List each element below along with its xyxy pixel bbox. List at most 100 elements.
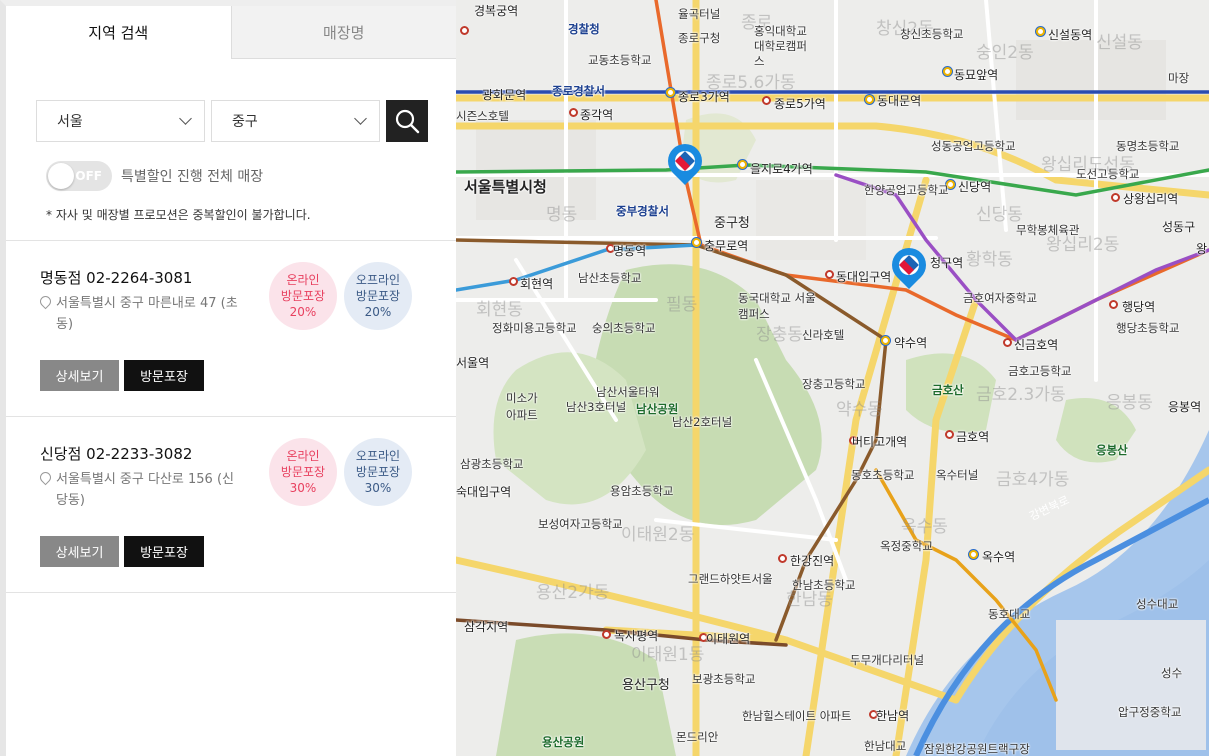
- map-label: 남산2호터널: [672, 415, 733, 429]
- district-label: 응봉동: [1106, 393, 1153, 413]
- map-label: 삼각지역: [464, 620, 509, 634]
- marker-inner: [899, 255, 919, 275]
- search-tabs: 지역 검색 매장명: [6, 6, 456, 59]
- district-label: 장충동: [756, 325, 803, 345]
- map-label: 신라호텔: [802, 328, 845, 342]
- badge-line2: 방문포장: [355, 465, 401, 479]
- detail-button[interactable]: 상세보기: [40, 536, 119, 567]
- station-marker[interactable]: [569, 108, 578, 117]
- pickup-button[interactable]: 방문포장: [124, 360, 204, 391]
- map-label: 종로3가역: [678, 90, 730, 104]
- station-marker[interactable]: [1036, 27, 1045, 36]
- badge-line1: 오프라인: [355, 449, 401, 463]
- badge-line2: 방문포장: [280, 465, 326, 479]
- district-label: 황학동: [966, 250, 1013, 270]
- map-label: 창신초등학교: [900, 27, 964, 41]
- station-marker[interactable]: [1111, 193, 1120, 202]
- map-label: 용산구청: [622, 678, 670, 693]
- divider: [6, 592, 456, 593]
- map-label: 무학봉체육관: [1016, 223, 1080, 237]
- station-marker[interactable]: [602, 630, 611, 639]
- store-address: 서울특별시 중구 마른내로 47 (초동): [37, 293, 245, 335]
- map-label: 장충고등학교: [802, 377, 866, 391]
- district-label: 용산2가동: [536, 583, 610, 603]
- station-marker[interactable]: [943, 67, 952, 76]
- map-label: 숭의초등학교: [592, 321, 656, 335]
- search-button[interactable]: [386, 100, 428, 142]
- badge-percent: 30%: [289, 481, 317, 495]
- store-name: 명동점 02-2264-3081: [40, 269, 193, 287]
- map-label: 한남역: [876, 709, 910, 723]
- map-label: 경복궁역: [474, 4, 519, 18]
- store-address-text: 서울특별시 중구 다산로 156 (신당동): [56, 472, 234, 508]
- district-label: 약수동: [836, 400, 883, 420]
- tab-region-search[interactable]: 지역 검색: [6, 6, 231, 59]
- station-marker[interactable]: [509, 277, 518, 286]
- tab-store-name-search[interactable]: 매장명: [230, 6, 456, 59]
- map-label: 율곡터널: [678, 7, 721, 21]
- map-label: 명동역: [613, 244, 647, 258]
- badge-percent: 30%: [364, 481, 392, 495]
- pickup-button[interactable]: 방문포장: [124, 536, 204, 567]
- map-label: 을지로4가역: [750, 162, 813, 176]
- map-label: 서울역: [456, 356, 490, 370]
- station-marker[interactable]: [945, 430, 954, 439]
- map-label: 성수대교: [1136, 597, 1179, 611]
- map-label: 신당역: [958, 180, 992, 194]
- store-item: 명동점 02-2264-3081 서울특별시 중구 마른내로 47 (초동) 온…: [6, 241, 456, 417]
- station-marker[interactable]: [460, 26, 469, 35]
- location-pin-icon: [37, 293, 54, 310]
- station-marker[interactable]: [738, 160, 747, 169]
- map-label: 동묘앞역: [954, 68, 999, 82]
- station-marker[interactable]: [666, 88, 675, 97]
- map-label: 옥정중학교: [880, 539, 933, 553]
- map-label: 광화문역: [482, 88, 527, 102]
- station-marker[interactable]: [778, 554, 787, 563]
- search-icon: [395, 109, 420, 134]
- map-label: 홍익대학교 대학로캠퍼스: [754, 24, 807, 68]
- station-marker[interactable]: [825, 270, 834, 279]
- map-label: 중구청: [714, 216, 750, 231]
- dominos-logo-icon: [899, 255, 919, 275]
- city-select[interactable]: 서울: [36, 100, 205, 142]
- map-label: 남산초등학교: [578, 271, 642, 285]
- map-label: 교동초등학교: [588, 53, 652, 67]
- map-label: 금호산: [932, 383, 964, 397]
- station-marker[interactable]: [762, 96, 771, 105]
- store-map[interactable]: 종로5.6가동 창신2동 숭인2동 신설동 명동 필동 장충동 회현동 왕십리도…: [456, 0, 1209, 756]
- map-label: 한강진역: [790, 554, 835, 568]
- district-select[interactable]: 중구: [211, 100, 380, 142]
- map-label: 종로구청: [678, 31, 721, 45]
- region-search-row: 서울 중구: [36, 100, 428, 142]
- map-label: 도선고등학교: [1076, 167, 1140, 181]
- station-marker[interactable]: [969, 550, 978, 559]
- special-discount-toggle-row: OFF 특별할인 진행 전체 매장: [46, 161, 263, 191]
- station-marker[interactable]: [881, 336, 890, 345]
- map-label: 남산서울타워: [596, 385, 660, 399]
- chevron-down-icon: [354, 112, 367, 125]
- store-name: 신당점 02-2233-3082: [40, 445, 193, 463]
- map-label: 마장: [1168, 71, 1190, 85]
- station-marker[interactable]: [865, 95, 874, 104]
- toggle-knob: [48, 163, 74, 189]
- store-item: 신당점 02-2233-3082 서울특별시 중구 다산로 156 (신당동) …: [6, 417, 456, 593]
- badge-percent: 20%: [364, 305, 392, 319]
- district-select-value: 중구: [232, 114, 258, 130]
- station-marker[interactable]: [1003, 338, 1012, 347]
- dominos-logo-icon: [675, 151, 695, 171]
- map-label: 한양공업고등학교: [864, 183, 949, 197]
- map-label: 남산3호터널: [566, 400, 627, 414]
- map-label: 응봉역: [1168, 400, 1202, 414]
- special-discount-toggle[interactable]: OFF: [46, 161, 112, 191]
- badge-line2: 방문포장: [355, 289, 401, 303]
- station-marker[interactable]: [1109, 300, 1118, 309]
- map-label: 경찰청: [568, 22, 600, 36]
- district-label: 명동: [546, 205, 578, 225]
- map-label: 미소가 아파트: [506, 391, 538, 422]
- detail-button[interactable]: 상세보기: [40, 360, 119, 391]
- offline-pickup-badge: 오프라인 방문포장 20%: [344, 262, 412, 330]
- station-marker[interactable]: [692, 238, 701, 247]
- map-label: 금호역: [956, 430, 990, 444]
- map-label: 청구역: [930, 256, 964, 270]
- marker-inner: [675, 151, 695, 171]
